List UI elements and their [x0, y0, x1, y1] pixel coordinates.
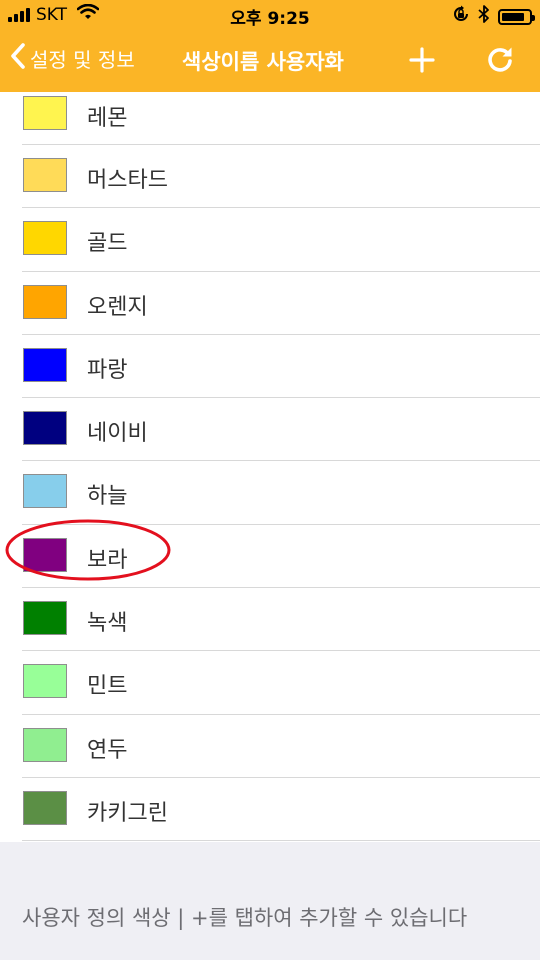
battery-level: [502, 12, 525, 21]
color-swatch: [23, 284, 67, 319]
color-swatch: [23, 474, 67, 509]
color-swatch: [23, 664, 67, 699]
back-button[interactable]: 설정 및 정보: [10, 42, 135, 74]
bluetooth-icon: [478, 5, 490, 28]
color-row[interactable]: 골드: [0, 208, 540, 272]
color-row[interactable]: 네이비: [0, 398, 540, 462]
color-name: 오렌지: [87, 294, 148, 320]
app-screen: SKT 오후 9:25 설정 및 정보 색상이름 사용자화 레몬 머스타드 골드…: [0, 0, 540, 960]
color-row[interactable]: 파랑: [0, 335, 540, 399]
color-row[interactable]: 녹색: [0, 588, 540, 652]
color-row[interactable]: 보라: [0, 525, 540, 589]
orientation-lock-icon: [452, 5, 470, 28]
color-name: 레몬: [87, 106, 128, 131]
color-swatch: [23, 158, 67, 192]
footer-section: 사용자 정의 색상 | +를 탭하여 추가할 수 있습니다: [0, 842, 540, 960]
chevron-left-icon: [10, 42, 26, 74]
back-label: 설정 및 정보: [30, 47, 135, 72]
refresh-icon: [484, 47, 516, 80]
refresh-button[interactable]: [484, 44, 516, 80]
color-swatch: [23, 537, 67, 572]
color-name: 머스타드: [87, 168, 168, 193]
status-bar: SKT 오후 9:25: [0, 0, 540, 30]
color-swatch: [23, 347, 67, 382]
color-name: 녹색: [87, 611, 128, 637]
color-name: 연두: [87, 737, 128, 763]
color-swatch: [23, 221, 67, 256]
battery-icon: [498, 8, 535, 25]
color-list: 레몬머스타드골드오렌지파랑네이비하늘보라녹색민트연두카키그린: [0, 92, 540, 842]
color-row[interactable]: 하늘: [0, 461, 540, 526]
color-name: 하늘: [87, 484, 128, 510]
color-row[interactable]: 카키그린: [0, 778, 540, 842]
color-swatch: [23, 727, 67, 762]
color-name: 보라: [87, 547, 128, 573]
color-swatch: [23, 601, 67, 636]
status-right: [452, 5, 535, 28]
color-swatch: [23, 411, 67, 446]
add-button[interactable]: [406, 44, 438, 80]
navigation-bar: 설정 및 정보 색상이름 사용자화: [0, 30, 540, 92]
page-title: 색상이름 사용자화: [182, 50, 344, 74]
color-row[interactable]: 연두: [0, 715, 540, 779]
color-name: 민트: [87, 674, 128, 700]
color-row[interactable]: 머스타드: [0, 145, 540, 209]
color-name: 파랑: [87, 357, 128, 383]
color-swatch: [23, 96, 67, 130]
color-name: 카키그린: [87, 800, 168, 826]
color-row[interactable]: 레몬: [0, 92, 540, 145]
color-row[interactable]: 오렌지: [0, 272, 540, 336]
color-name: 골드: [87, 231, 128, 257]
color-swatch: [23, 790, 67, 825]
color-name: 네이비: [87, 421, 148, 447]
color-row[interactable]: 민트: [0, 651, 540, 715]
plus-icon: [406, 47, 438, 80]
footer-hint: 사용자 정의 색상 | +를 탭하여 추가할 수 있습니다: [22, 906, 468, 930]
